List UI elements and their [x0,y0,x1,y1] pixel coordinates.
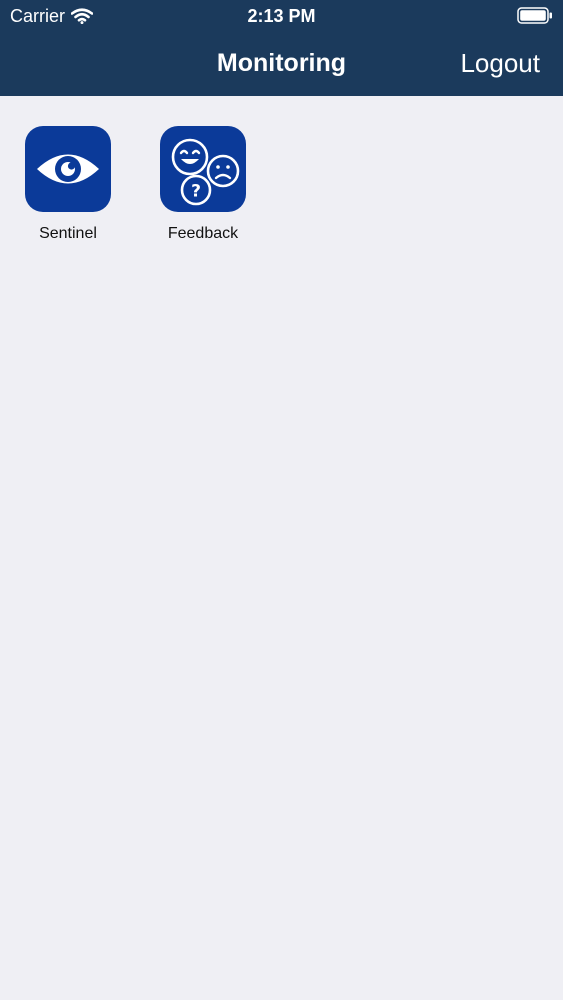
svg-text:?: ? [191,182,201,202]
logout-button[interactable]: Logout [460,46,540,80]
top-bar: Carrier 2:13 PM Monitoring Logout [0,0,563,96]
battery-icon [517,7,552,24]
status-bar: Carrier 2:13 PM [0,0,563,32]
app-tile-sentinel[interactable]: Sentinel [13,126,123,244]
faces-feedback-icon: ? [171,138,240,206]
sentinel-app-icon[interactable] [25,126,111,212]
app-label-feedback: Feedback [167,225,239,242]
status-time: 2:13 PM [247,6,316,26]
feedback-app-icon[interactable]: ? [160,126,246,212]
app-label-sentinel: Sentinel [39,225,97,242]
eye-icon [37,154,99,184]
app-tile-feedback[interactable]: ? Feedback [148,126,258,244]
